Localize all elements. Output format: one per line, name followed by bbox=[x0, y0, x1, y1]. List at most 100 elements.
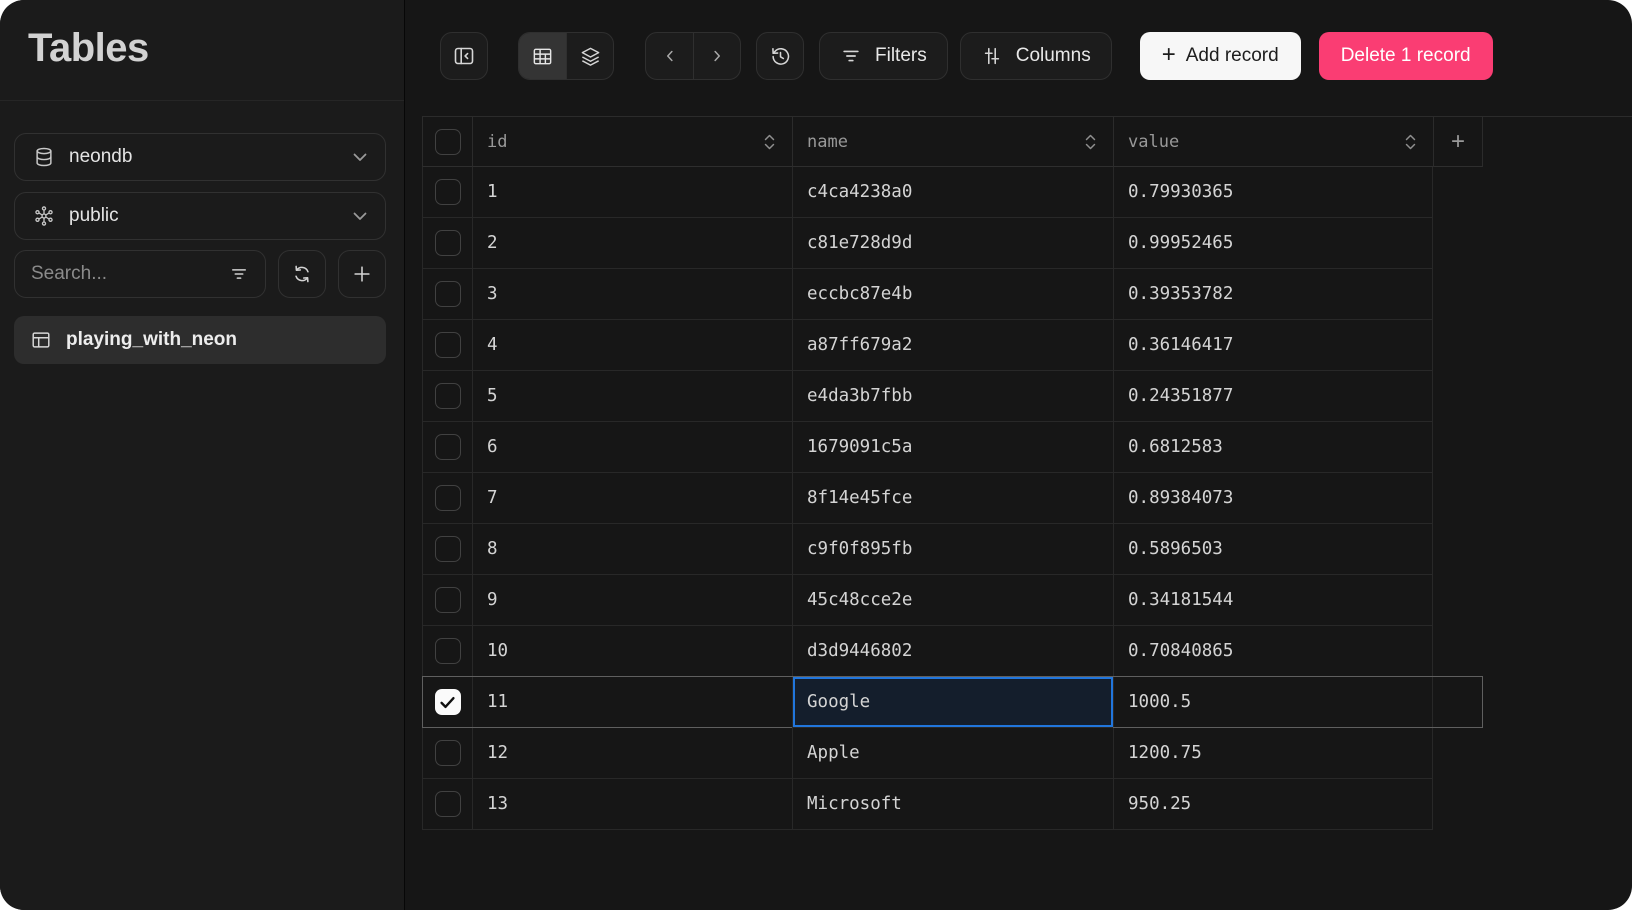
cell-name[interactable]: 45c48cce2e bbox=[792, 575, 1113, 626]
cell-id[interactable]: 3 bbox=[472, 269, 792, 320]
row-checkbox[interactable] bbox=[434, 791, 461, 817]
row-checkbox[interactable] bbox=[434, 383, 461, 409]
select-all-checkbox[interactable] bbox=[434, 128, 461, 155]
cell-id[interactable]: 6 bbox=[472, 422, 792, 473]
table-search-input[interactable] bbox=[31, 263, 229, 285]
sliders-icon bbox=[981, 45, 1003, 67]
cell-id[interactable]: 1 bbox=[472, 167, 792, 218]
cell-name[interactable]: c4ca4238a0 bbox=[792, 167, 1113, 218]
cell-name[interactable]: c81e728d9d bbox=[792, 218, 1113, 269]
cell-value[interactable]: 0.70840865 bbox=[1113, 626, 1433, 677]
row-checkbox[interactable] bbox=[434, 485, 461, 511]
app-window: Tables neondb public Search... playing_w… bbox=[0, 0, 1632, 910]
cell-name[interactable]: Apple bbox=[792, 728, 1113, 779]
sidebar-divider bbox=[0, 100, 404, 101]
cell-value[interactable]: 0.79930365 bbox=[1113, 167, 1433, 218]
cell-name[interactable]: e4da3b7fbb bbox=[792, 371, 1113, 422]
sort-icon[interactable] bbox=[1084, 132, 1097, 151]
filter-lines-icon bbox=[840, 45, 862, 67]
search-box[interactable] bbox=[14, 250, 266, 298]
cell-id[interactable]: 5 bbox=[472, 371, 792, 422]
grid-view-button[interactable] bbox=[519, 33, 566, 79]
database-select[interactable]: neondb bbox=[14, 133, 386, 181]
cell-value[interactable]: 0.24351877 bbox=[1113, 371, 1433, 422]
row-checkbox-cell bbox=[422, 422, 472, 473]
row-checkbox-cell bbox=[422, 677, 472, 728]
stack-view-button[interactable] bbox=[566, 33, 613, 79]
cell-id[interactable]: 12 bbox=[472, 728, 792, 779]
filters-button[interactable]: Filters bbox=[819, 32, 948, 80]
cell-name[interactable]: 8f14e45fce bbox=[792, 473, 1113, 524]
cell-id[interactable]: 7 bbox=[472, 473, 792, 524]
history-button[interactable] bbox=[756, 32, 804, 80]
column-label: value bbox=[1128, 131, 1180, 152]
cell-name[interactable]: a87ff679a2 bbox=[792, 320, 1113, 371]
add-table-button[interactable] bbox=[338, 250, 386, 298]
cell-name[interactable]: eccbc87e4b bbox=[792, 269, 1113, 320]
add-column-button[interactable]: + bbox=[1433, 117, 1483, 167]
columns-button[interactable]: Columns bbox=[959, 32, 1112, 80]
refresh-icon bbox=[291, 263, 313, 285]
column-label: id bbox=[487, 131, 508, 152]
cell-id[interactable]: 13 bbox=[472, 779, 792, 830]
cell-id[interactable]: 2 bbox=[472, 218, 792, 269]
column-label: name bbox=[807, 131, 848, 152]
delete-record-button[interactable]: Delete 1 record bbox=[1318, 32, 1493, 80]
sort-icon[interactable] bbox=[1404, 132, 1417, 151]
cell-id[interactable]: 8 bbox=[472, 524, 792, 575]
table-row: 10 d3d9446802 0.70840865 bbox=[422, 626, 1483, 677]
row-checkbox[interactable] bbox=[434, 179, 461, 205]
layers-icon bbox=[579, 45, 602, 68]
table-row: 9 45c48cce2e 0.34181544 bbox=[422, 575, 1483, 626]
row-checkbox-cell bbox=[422, 371, 472, 422]
cell-id[interactable]: 9 bbox=[472, 575, 792, 626]
cell-value[interactable]: 0.5896503 bbox=[1113, 524, 1433, 575]
row-checkbox[interactable] bbox=[434, 587, 461, 613]
sidebar-item-table[interactable]: playing_with_neon bbox=[14, 316, 386, 364]
cell-id[interactable]: 10 bbox=[472, 626, 792, 677]
cell-value[interactable]: 0.89384073 bbox=[1113, 473, 1433, 524]
table-row: 8 c9f0f895fb 0.5896503 bbox=[422, 524, 1483, 575]
cell-id[interactable]: 4 bbox=[472, 320, 792, 371]
sidebar-toggle-button[interactable] bbox=[440, 32, 488, 80]
prev-page-button[interactable] bbox=[646, 33, 693, 79]
next-page-button[interactable] bbox=[693, 33, 740, 79]
row-checkbox[interactable] bbox=[434, 230, 461, 256]
row-checkbox-cell bbox=[422, 320, 472, 371]
sort-icon[interactable] bbox=[763, 132, 776, 151]
cell-value[interactable]: 0.34181544 bbox=[1113, 575, 1433, 626]
row-checkbox[interactable] bbox=[434, 638, 461, 664]
table-row: 3 eccbc87e4b 0.39353782 bbox=[422, 269, 1483, 320]
schema-select-value: public bbox=[69, 205, 119, 226]
cell-value[interactable]: 1200.75 bbox=[1113, 728, 1433, 779]
data-grid: id name value + 1 c4ca4238a0 0.79930365 … bbox=[422, 117, 1483, 830]
selected-cell[interactable]: Google bbox=[792, 677, 1113, 728]
cell-id[interactable]: 11 bbox=[472, 677, 792, 728]
refresh-button[interactable] bbox=[278, 250, 326, 298]
cell-value[interactable]: 0.99952465 bbox=[1113, 218, 1433, 269]
add-record-button[interactable]: + Add record bbox=[1139, 32, 1301, 80]
column-header-value[interactable]: value bbox=[1113, 117, 1433, 167]
row-checkbox[interactable] bbox=[434, 536, 461, 562]
row-checkbox[interactable] bbox=[434, 281, 461, 307]
cell-value[interactable]: 950.25 bbox=[1113, 779, 1433, 830]
row-checkbox[interactable] bbox=[434, 434, 461, 460]
column-header-name[interactable]: name bbox=[792, 117, 1113, 167]
page-title: Tables bbox=[28, 26, 149, 70]
cell-value[interactable]: 0.36146417 bbox=[1113, 320, 1433, 371]
cell-name[interactable]: Microsoft bbox=[792, 779, 1113, 830]
row-checkbox-checked[interactable] bbox=[434, 689, 461, 715]
table-row: 4 a87ff679a2 0.36146417 bbox=[422, 320, 1483, 371]
column-header-id[interactable]: id bbox=[472, 117, 792, 167]
cell-name[interactable]: 1679091c5a bbox=[792, 422, 1113, 473]
cell-value[interactable]: 0.39353782 bbox=[1113, 269, 1433, 320]
schema-select[interactable]: public bbox=[14, 192, 386, 240]
cell-value[interactable]: 1000.5 bbox=[1113, 677, 1433, 728]
row-checkbox[interactable] bbox=[434, 740, 461, 766]
cell-name[interactable]: d3d9446802 bbox=[792, 626, 1113, 677]
schema-icon bbox=[33, 205, 55, 227]
cell-value[interactable]: 0.6812583 bbox=[1113, 422, 1433, 473]
row-checkbox[interactable] bbox=[434, 332, 461, 358]
grid-body: 1 c4ca4238a0 0.79930365 2 c81e728d9d 0.999524… bbox=[422, 167, 1483, 830]
cell-name[interactable]: c9f0f895fb bbox=[792, 524, 1113, 575]
